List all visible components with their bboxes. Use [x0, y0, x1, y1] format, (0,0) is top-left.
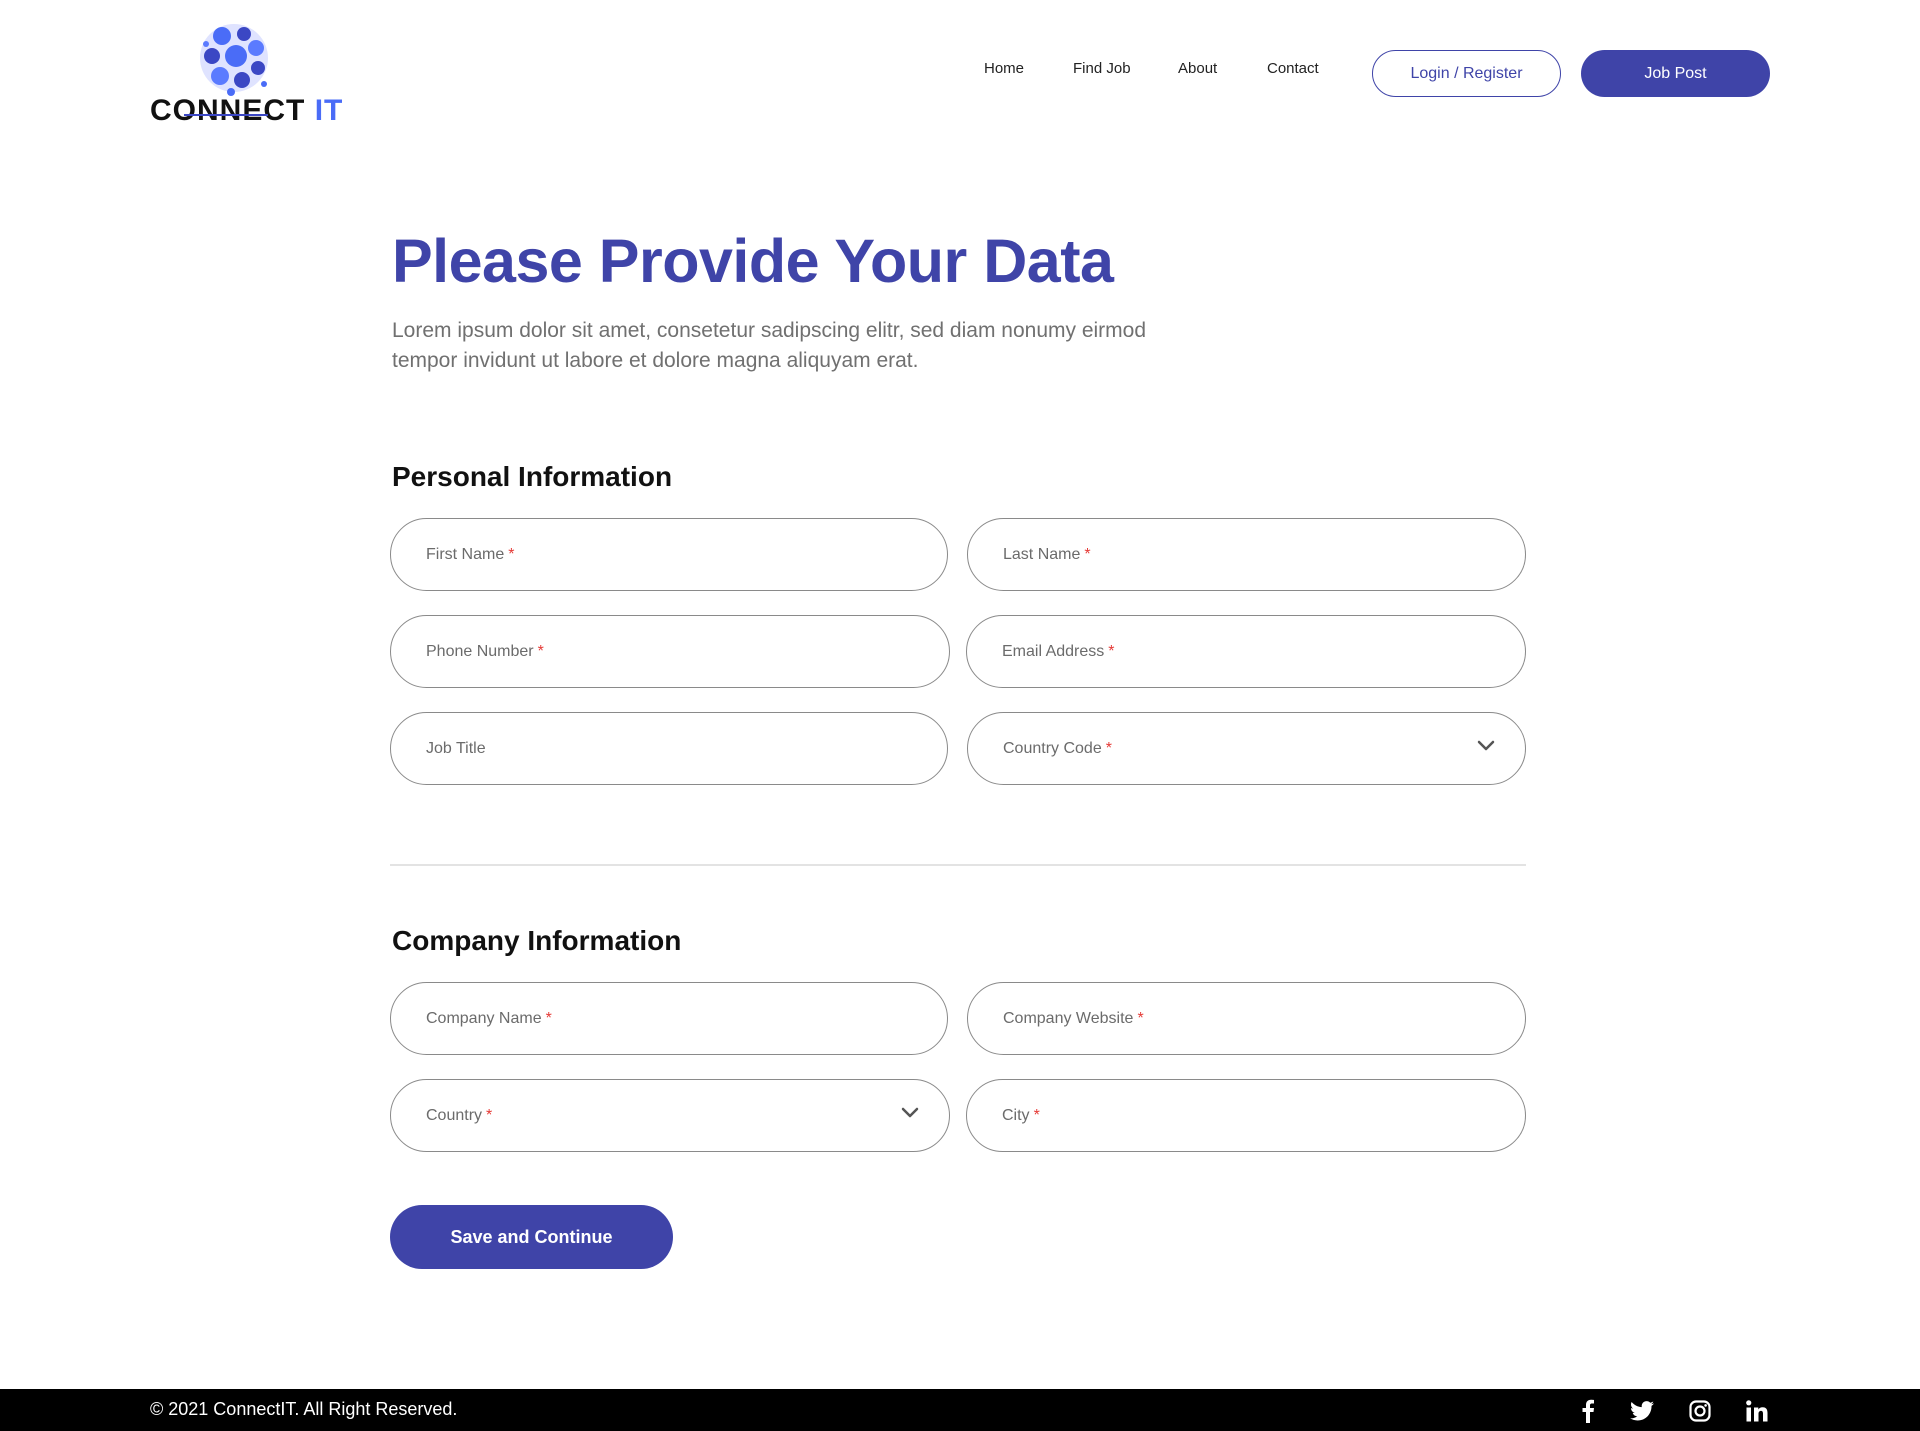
job-title-placeholder: Job Title — [426, 739, 486, 757]
twitter-icon[interactable] — [1629, 1398, 1655, 1424]
save-and-continue-button[interactable]: Save and Continue — [390, 1205, 673, 1269]
linkedin-icon[interactable] — [1744, 1398, 1770, 1424]
country-code-placeholder: Country Code — [1003, 739, 1102, 757]
required-mark: * — [486, 1106, 493, 1124]
city-placeholder: City — [1002, 1106, 1030, 1124]
logo-underline — [184, 114, 268, 116]
job-post-button[interactable]: Job Post — [1581, 50, 1770, 97]
last-name-field[interactable]: Last Name * — [967, 518, 1526, 591]
page-title: Please Provide Your Data — [392, 227, 1114, 295]
required-mark: * — [1084, 545, 1091, 563]
instagram-icon[interactable] — [1687, 1398, 1713, 1424]
country-placeholder: Country — [426, 1106, 483, 1124]
chevron-down-icon — [901, 1107, 919, 1118]
required-mark: * — [545, 1009, 552, 1027]
company-info-heading: Company Information — [392, 925, 682, 956]
company-website-field[interactable]: Company Website * — [967, 982, 1526, 1055]
company-name-field[interactable]: Company Name * — [390, 982, 948, 1055]
email-address-field[interactable]: Email Address * — [966, 615, 1526, 688]
email-address-placeholder: Email Address — [1002, 642, 1105, 660]
logo-wordmark: CONNECT IT — [150, 94, 344, 127]
section-divider — [390, 864, 1526, 866]
personal-info-heading: Personal Information — [392, 461, 673, 492]
login-register-button[interactable]: Login / Register — [1372, 50, 1561, 97]
nav-about[interactable]: About — [1178, 60, 1217, 77]
nav-find-job[interactable]: Find Job — [1073, 60, 1131, 77]
facebook-icon[interactable] — [1575, 1398, 1601, 1424]
required-mark: * — [1108, 642, 1115, 660]
required-mark: * — [508, 545, 515, 563]
phone-number-placeholder: Phone Number — [426, 642, 534, 660]
company-website-placeholder: Company Website — [1003, 1009, 1134, 1027]
last-name-placeholder: Last Name — [1003, 545, 1081, 563]
city-field[interactable]: City * — [966, 1079, 1526, 1152]
logo-globe-icon — [200, 24, 268, 96]
company-name-placeholder: Company Name — [426, 1009, 542, 1027]
first-name-placeholder: First Name — [426, 545, 505, 563]
required-mark: * — [1033, 1106, 1040, 1124]
copyright-text: © 2021 ConnectIT. All Right Reserved. — [150, 1399, 458, 1419]
nav-home[interactable]: Home — [984, 60, 1024, 77]
footer: © 2021 ConnectIT. All Right Reserved. — [0, 1389, 1920, 1431]
first-name-field[interactable]: First Name * — [390, 518, 948, 591]
job-title-field[interactable]: Job Title — [390, 712, 948, 785]
required-mark: * — [1137, 1009, 1144, 1027]
page-subtitle: Lorem ipsum dolor sit amet, consetetur s… — [392, 319, 1147, 372]
required-mark: * — [537, 642, 544, 660]
required-mark: * — [1105, 739, 1112, 757]
phone-number-field[interactable]: Phone Number * — [390, 615, 950, 688]
country-select[interactable]: Country * — [390, 1079, 950, 1152]
chevron-down-icon — [1477, 740, 1495, 751]
logo[interactable]: CONNECT IT — [150, 22, 342, 130]
country-code-select[interactable]: Country Code * — [967, 712, 1526, 785]
nav-contact[interactable]: Contact — [1267, 60, 1319, 77]
